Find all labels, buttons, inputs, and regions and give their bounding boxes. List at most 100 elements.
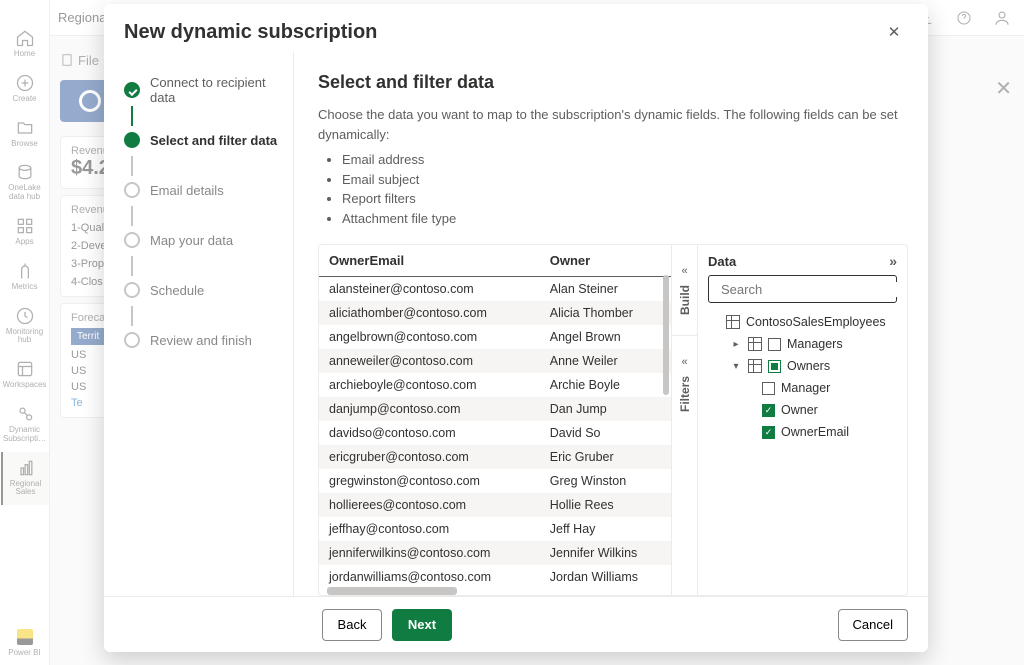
- table-icon: [748, 337, 762, 351]
- wizard-step[interactable]: Map your data: [124, 224, 281, 256]
- table-cell: anneweiler@contoso.com: [319, 349, 540, 373]
- chevron-right-icon: ▸: [730, 339, 742, 350]
- table-cell: jordanwilliams@contoso.com: [319, 565, 540, 589]
- fields-tree: ▸ ContosoSalesEmployees ▸ Managers: [708, 311, 897, 443]
- table-cell: hollierees@contoso.com: [319, 493, 540, 517]
- field-label: Owner: [781, 403, 818, 417]
- wizard-step[interactable]: Select and filter data: [124, 124, 281, 156]
- dialog-title: New dynamic subscription: [124, 21, 880, 44]
- dialog-footer: Back Next Cancel: [104, 596, 928, 652]
- step-bullet-icon: [124, 132, 140, 148]
- step-label: Map your data: [150, 233, 233, 248]
- table-row[interactable]: jeffhay@contoso.comJeff Hay: [319, 517, 671, 541]
- table-cell: Jeff Hay: [540, 517, 671, 541]
- field-checkbox[interactable]: [762, 382, 775, 395]
- table-cell: Alicia Thomber: [540, 301, 671, 325]
- table-cell: Jennifer Wilkins: [540, 541, 671, 565]
- tree-hierarchy-owners[interactable]: ▾ Owners: [708, 355, 897, 377]
- table-cell: danjump@contoso.com: [319, 397, 540, 421]
- table-row[interactable]: aliciathomber@contoso.comAlicia Thomber: [319, 301, 671, 325]
- column-header[interactable]: Owner: [540, 245, 671, 277]
- data-fields-panel: Data » ▸ ContosoSalesEmployees: [697, 245, 907, 595]
- table-cell: davidso@contoso.com: [319, 421, 540, 445]
- table-cell: gregwinston@contoso.com: [319, 469, 540, 493]
- table-icon: [726, 315, 740, 329]
- new-dynamic-subscription-dialog: New dynamic subscription ✕ Connect to re…: [104, 4, 928, 652]
- table-cell: Alan Steiner: [540, 277, 671, 302]
- table-cell: Anne Weiler: [540, 349, 671, 373]
- table-row[interactable]: ericgruber@contoso.comEric Gruber: [319, 445, 671, 469]
- cancel-button[interactable]: Cancel: [838, 609, 908, 641]
- wizard-step[interactable]: Connect to recipient data: [124, 74, 281, 106]
- step-label: Select and filter data: [150, 133, 277, 148]
- table-row[interactable]: alansteiner@contoso.comAlan Steiner: [319, 277, 671, 302]
- panel-expand-icon[interactable]: »: [889, 253, 897, 269]
- table-cell: Greg Winston: [540, 469, 671, 493]
- table-cell: Angel Brown: [540, 325, 671, 349]
- field-label: Manager: [781, 381, 830, 395]
- step-bullet-icon: [124, 332, 140, 348]
- step-label: Schedule: [150, 283, 204, 298]
- tree-hierarchy-managers[interactable]: ▸ Managers: [708, 333, 897, 355]
- description-bullet: Attachment file type: [342, 209, 908, 229]
- tree-field[interactable]: OwnerEmail: [708, 421, 897, 443]
- checkbox-owners[interactable]: [768, 360, 781, 373]
- table-row[interactable]: anneweiler@contoso.comAnne Weiler: [319, 349, 671, 373]
- table-row[interactable]: jordanwilliams@contoso.comJordan William…: [319, 565, 671, 589]
- step-bullet-icon: [124, 232, 140, 248]
- table-cell: jenniferwilkins@contoso.com: [319, 541, 540, 565]
- step-bullet-icon: [124, 282, 140, 298]
- next-button[interactable]: Next: [392, 609, 452, 641]
- page-description: Choose the data you want to map to the s…: [318, 105, 908, 228]
- vertical-scrollbar[interactable]: [661, 275, 671, 595]
- tree-field[interactable]: Owner: [708, 399, 897, 421]
- table-cell: Archie Boyle: [540, 373, 671, 397]
- table-cell: Dan Jump: [540, 397, 671, 421]
- checkbox-managers[interactable]: [768, 338, 781, 351]
- tree-table-contososalesemployees[interactable]: ▸ ContosoSalesEmployees: [708, 311, 897, 333]
- description-bullet: Email address: [342, 150, 908, 170]
- table-row[interactable]: hollierees@contoso.comHollie Rees: [319, 493, 671, 517]
- table-cell: ericgruber@contoso.com: [319, 445, 540, 469]
- data-preview-table-pane[interactable]: OwnerEmailOwner alansteiner@contoso.comA…: [319, 245, 671, 595]
- table-row[interactable]: angelbrown@contoso.comAngel Brown: [319, 325, 671, 349]
- table-cell: Eric Gruber: [540, 445, 671, 469]
- data-region: OwnerEmailOwner alansteiner@contoso.comA…: [318, 244, 908, 596]
- table-icon: [748, 359, 762, 373]
- column-header[interactable]: OwnerEmail: [319, 245, 540, 277]
- table-cell: aliciathomber@contoso.com: [319, 301, 540, 325]
- field-checkbox[interactable]: [762, 404, 775, 417]
- step-label: Email details: [150, 183, 224, 198]
- description-bullet: Report filters: [342, 189, 908, 209]
- description-bullet: Email subject: [342, 170, 908, 190]
- table-row[interactable]: danjump@contoso.comDan Jump: [319, 397, 671, 421]
- wizard-step[interactable]: Email details: [124, 174, 281, 206]
- table-row[interactable]: davidso@contoso.comDavid So: [319, 421, 671, 445]
- step-bullet-icon: [124, 82, 140, 98]
- page-heading: Select and filter data: [318, 72, 908, 93]
- data-panel-title: Data: [708, 254, 736, 269]
- field-label: OwnerEmail: [781, 425, 849, 439]
- table-row[interactable]: gregwinston@contoso.comGreg Winston: [319, 469, 671, 493]
- dialog-close-button[interactable]: ✕: [880, 18, 908, 46]
- tree-field[interactable]: Manager: [708, 377, 897, 399]
- step-bullet-icon: [124, 182, 140, 198]
- table-cell: angelbrown@contoso.com: [319, 325, 540, 349]
- chevron-down-icon: ▾: [730, 361, 742, 372]
- step-label: Connect to recipient data: [150, 75, 281, 105]
- table-row[interactable]: jenniferwilkins@contoso.comJennifer Wilk…: [319, 541, 671, 565]
- step-label: Review and finish: [150, 333, 252, 348]
- vtab-build[interactable]: «Build: [672, 245, 697, 335]
- fields-search-input[interactable]: [708, 275, 897, 303]
- wizard-step[interactable]: Review and finish: [124, 324, 281, 356]
- vtab-filters[interactable]: «Filters: [672, 335, 697, 432]
- table-row[interactable]: archieboyle@contoso.comArchie Boyle: [319, 373, 671, 397]
- horizontal-scrollbar[interactable]: [327, 587, 457, 595]
- wizard-step[interactable]: Schedule: [124, 274, 281, 306]
- back-button[interactable]: Back: [322, 609, 382, 641]
- table-cell: archieboyle@contoso.com: [319, 373, 540, 397]
- table-cell: jeffhay@contoso.com: [319, 517, 540, 541]
- field-checkbox[interactable]: [762, 426, 775, 439]
- table-cell: David So: [540, 421, 671, 445]
- table-cell: Jordan Williams: [540, 565, 671, 589]
